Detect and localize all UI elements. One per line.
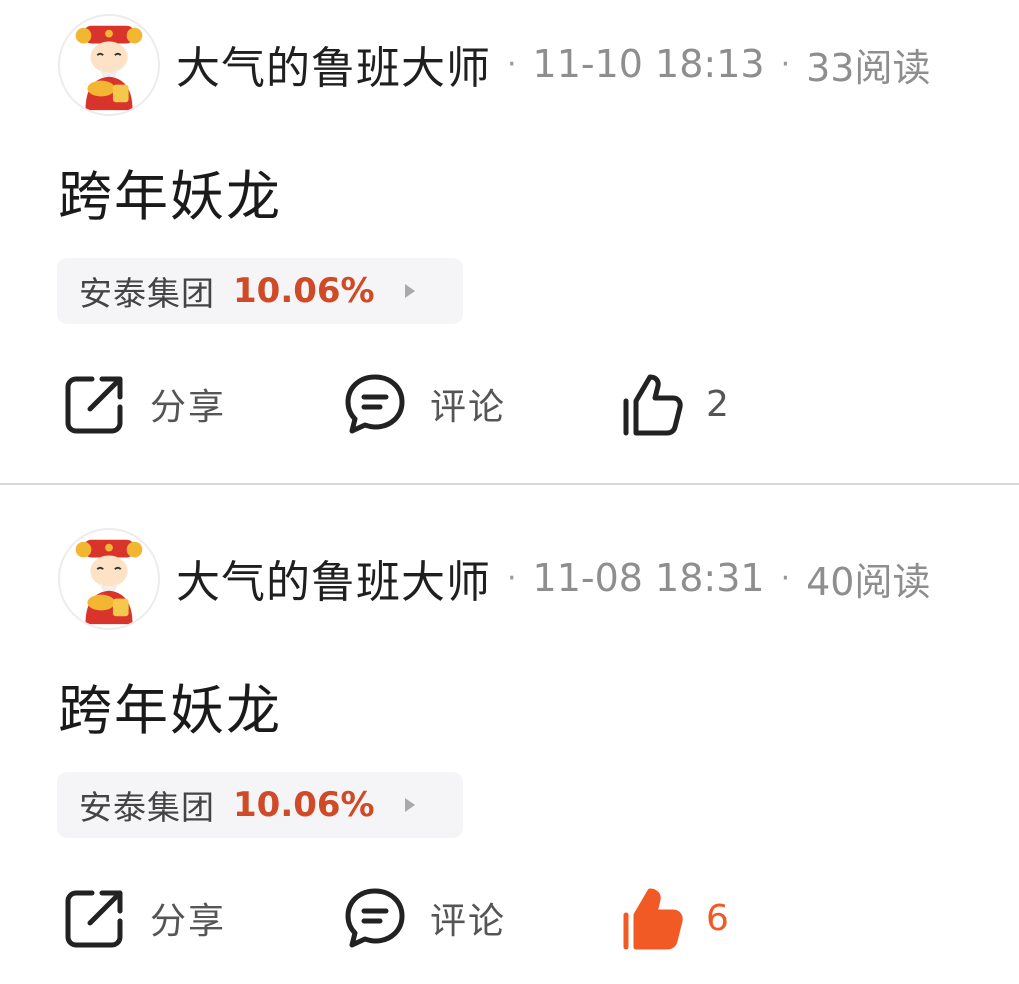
triangle-right-icon: [404, 284, 415, 298]
comment-icon: [345, 374, 405, 434]
feed-post[interactable]: 大气的鲁班大师 · 11-08 18:31 · 40阅读 跨年妖龙 安泰集团 1…: [0, 514, 1019, 984]
stock-change: 10.06%: [233, 271, 375, 311]
like-button[interactable]: 2: [620, 372, 729, 436]
action-bar: 分享 评论 6: [0, 886, 1019, 950]
post-title[interactable]: 跨年妖龙: [58, 152, 282, 231]
share-label: 分享: [150, 901, 227, 942]
comment-label: 评论: [430, 901, 507, 942]
read-count: 33阅读: [806, 45, 931, 90]
share-button[interactable]: 分享: [62, 372, 226, 436]
read-count: 40阅读: [806, 559, 931, 604]
avatar[interactable]: [58, 528, 160, 630]
comment-icon: [345, 888, 405, 948]
stock-name: 安泰集团: [79, 274, 215, 313]
meta-separator: ·: [507, 46, 517, 82]
comment-label: 评论: [430, 387, 507, 428]
author-name[interactable]: 大气的鲁班大师: [176, 32, 491, 96]
stock-name: 安泰集团: [79, 788, 215, 827]
post-title[interactable]: 跨年妖龙: [58, 666, 282, 745]
stock-tag[interactable]: 安泰集团 10.06%: [57, 258, 463, 324]
share-icon: [65, 376, 123, 434]
post-divider: [0, 483, 1019, 485]
post-time: 11-08 18:31: [532, 556, 765, 600]
share-label: 分享: [150, 387, 227, 428]
share-button[interactable]: 分享: [62, 886, 226, 950]
triangle-right-icon: [404, 798, 415, 812]
like-count: 6: [706, 897, 729, 939]
author-name[interactable]: 大气的鲁班大师: [176, 546, 491, 610]
meta-separator: ·: [507, 560, 517, 596]
thumbs-up-icon: [623, 374, 683, 436]
avatar[interactable]: [58, 14, 160, 116]
like-count: 2: [706, 383, 729, 425]
meta-separator: ·: [780, 560, 791, 596]
like-button[interactable]: 6: [620, 886, 729, 950]
comment-button[interactable]: 评论: [342, 372, 506, 436]
post-meta: 大气的鲁班大师 · 11-10 18:13 · 33阅读: [176, 34, 930, 94]
thumbs-up-icon: [623, 888, 683, 950]
stock-tag[interactable]: 安泰集团 10.06%: [57, 772, 463, 838]
meta-separator: ·: [780, 46, 791, 82]
post-meta: 大气的鲁班大师 · 11-08 18:31 · 40阅读: [176, 548, 930, 608]
share-icon: [65, 890, 123, 948]
action-bar: 分享 评论 2: [0, 372, 1019, 436]
feed-post[interactable]: 大气的鲁班大师 · 11-10 18:13 · 33阅读 跨年妖龙 安泰集团 1…: [0, 0, 1019, 484]
stock-change: 10.06%: [233, 785, 375, 825]
post-time: 11-10 18:13: [532, 42, 765, 86]
comment-button[interactable]: 评论: [342, 886, 506, 950]
